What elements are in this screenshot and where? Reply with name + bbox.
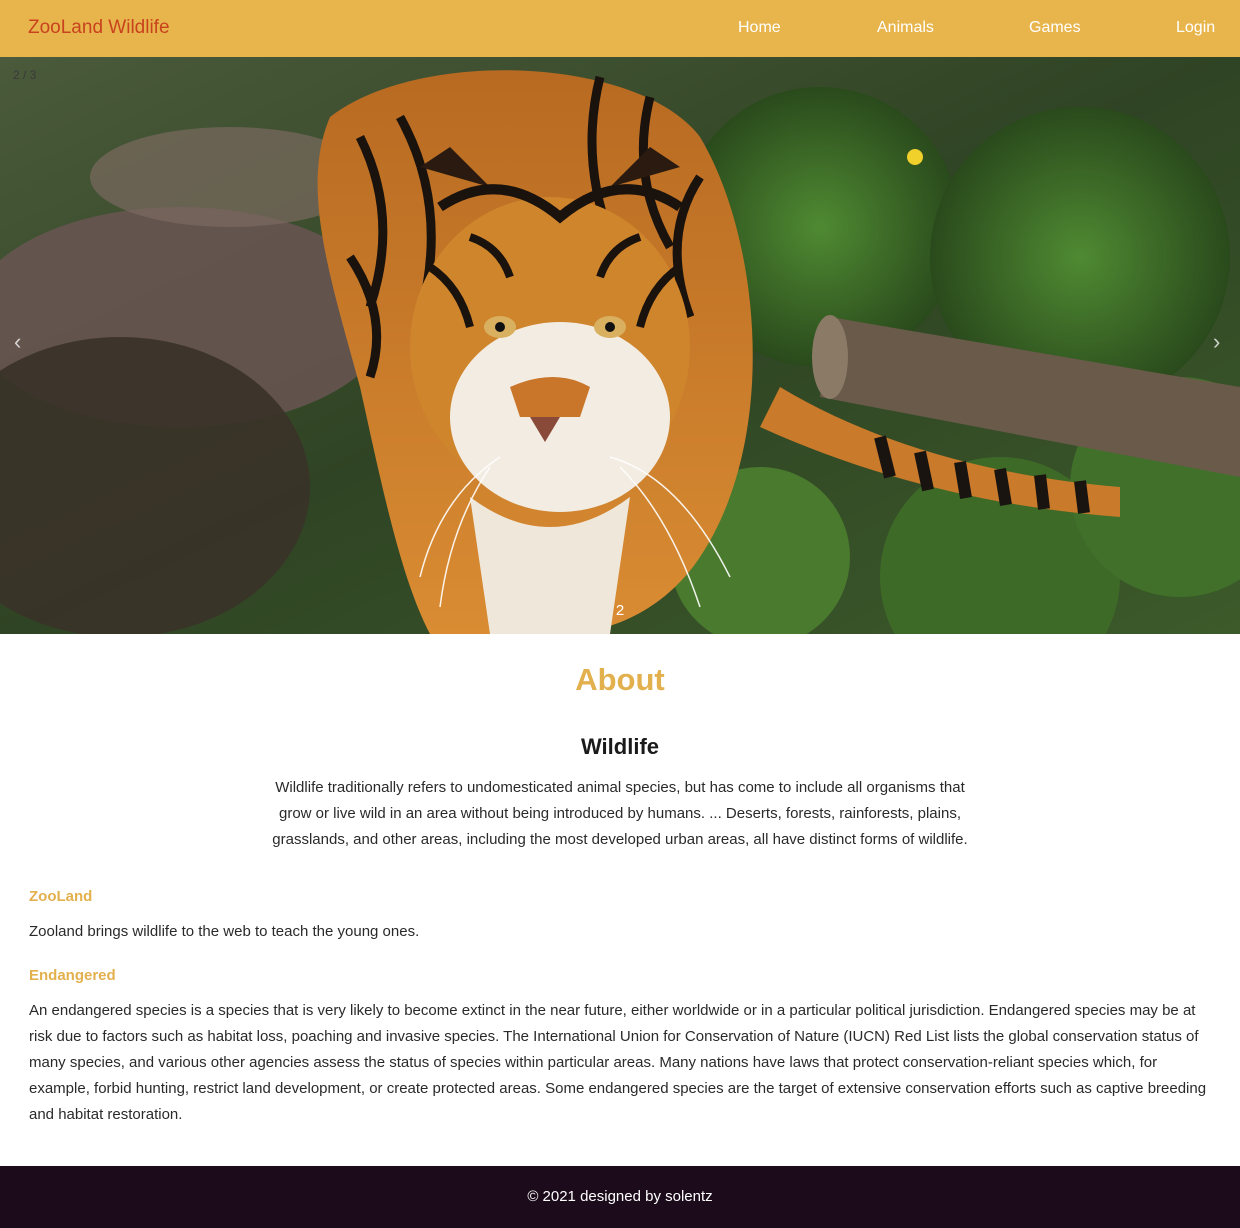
nav-link-home[interactable]: Home [738,19,781,37]
zooland-text: Zooland brings wildlife to the web to te… [29,923,420,940]
wildlife-description: Wildlife traditionally refers to undomes… [272,779,968,848]
brand-logo-link[interactable]: ZooLand Wildlife [28,17,170,39]
prev-slide-arrow-icon[interactable]: ‹ [14,329,21,355]
slide-counter: 2 / 3 [13,68,37,82]
wildlife-heading: Wildlife [580,734,660,759]
nav-link-games[interactable]: Games [1029,19,1081,37]
next-slide-arrow-icon[interactable]: › [1213,329,1220,355]
endangered-heading: Endangered [29,967,116,984]
about-heading: About [575,662,665,697]
hero-slideshow: 2 / 3 ‹ › 2 [0,57,1240,634]
tiger-slide-image [0,57,1240,634]
zooland-heading: ZooLand [29,888,93,905]
nav-link-animals[interactable]: Animals [877,19,934,37]
endangered-text: An endangered species is a species that … [29,1002,1207,1123]
top-navbar: ZooLand Wildlife Home Animals Games Logi… [0,0,1240,57]
slide-caption: 2 [615,602,625,619]
page-footer: © 2021 designed by solentz [0,1166,1240,1228]
nav-link-login[interactable]: Login [1176,19,1215,37]
footer-copyright: © 2021 designed by solentz [527,1188,713,1205]
